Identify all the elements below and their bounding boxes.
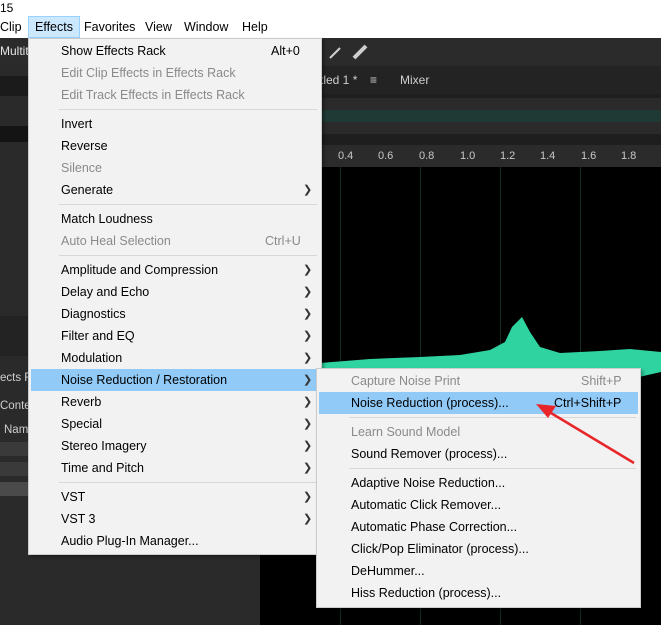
annotation-arrow-icon [536,404,635,465]
